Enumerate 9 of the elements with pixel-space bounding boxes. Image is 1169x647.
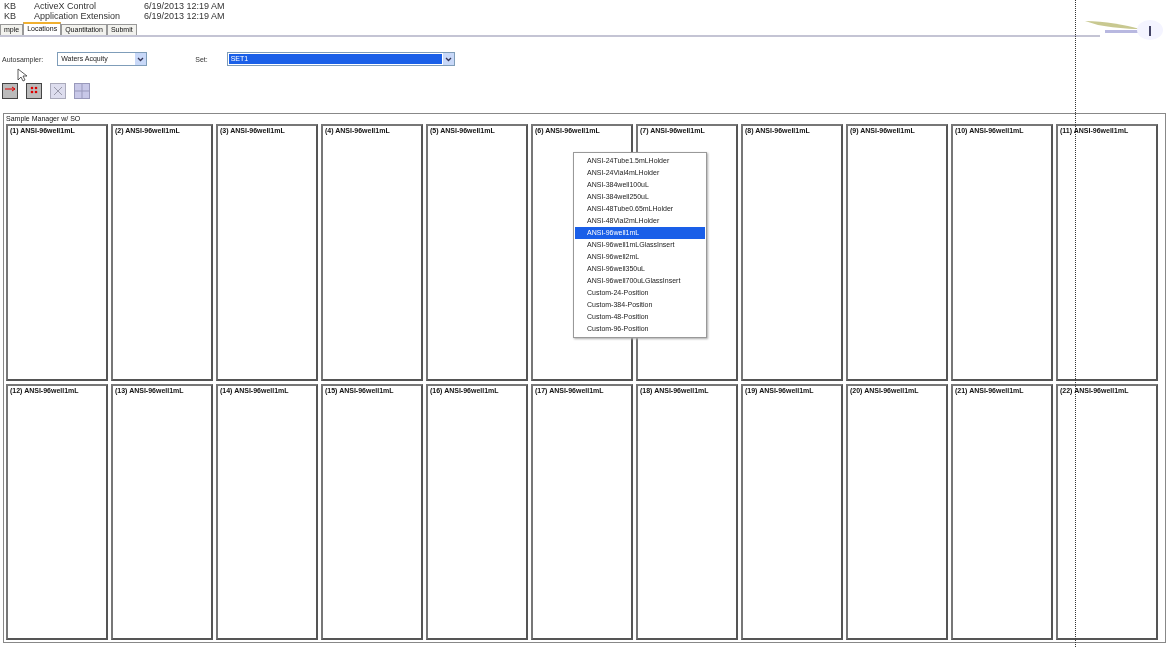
file-name: ActiveX Control — [34, 1, 98, 11]
file-type: KB — [4, 11, 17, 21]
file-date: 6/19/2013 12:19 AM — [144, 1, 225, 11]
file-name: Application Extension — [34, 11, 122, 21]
file-date: 6/19/2013 12:19 AM — [144, 11, 225, 21]
plate-grid-icon[interactable] — [2, 83, 18, 99]
file-type: KB — [4, 1, 17, 11]
cursor-icon — [17, 68, 27, 82]
plate-grid-icon[interactable] — [26, 83, 42, 99]
